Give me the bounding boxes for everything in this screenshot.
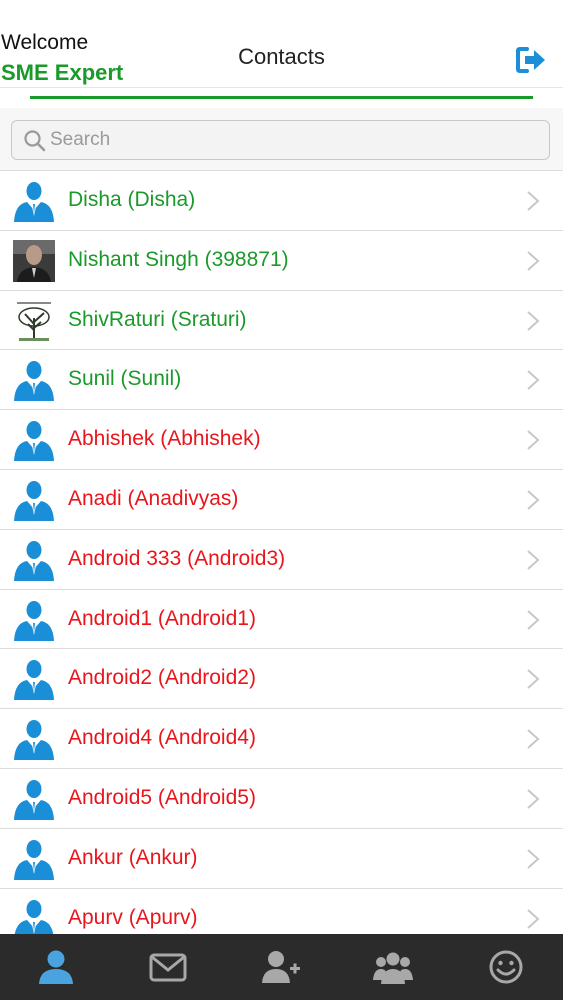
contact-row[interactable]: Ankur (Ankur) — [0, 827, 563, 888]
default-avatar-icon — [13, 479, 55, 521]
contact-name: Apurv (Apurv) — [68, 905, 198, 929]
tab-bar — [0, 934, 563, 1000]
search-input[interactable] — [50, 121, 530, 159]
chevron-right-icon — [526, 310, 540, 332]
contact-name: ShivRaturi (Sraturi) — [68, 307, 247, 331]
chevron-right-icon — [526, 429, 540, 451]
default-avatar-icon — [13, 419, 55, 462]
sign-out-icon — [516, 47, 545, 73]
default-avatar-icon — [13, 599, 55, 641]
default-avatar-icon — [13, 359, 55, 402]
tab-contacts[interactable] — [0, 934, 112, 1000]
contact-row[interactable]: Sunil (Sunil) — [0, 349, 563, 410]
contact-name: Ankur (Ankur) — [68, 845, 198, 869]
smiley-icon — [489, 950, 523, 984]
contact-list: Disha (Disha) Nishant Singh (398871) ShivR… — [0, 170, 563, 948]
accent-divider — [30, 96, 533, 99]
mail-icon — [149, 953, 187, 982]
avatar — [13, 239, 55, 282]
contact-name: Android2 (Android2) — [68, 666, 256, 690]
chevron-right-icon — [526, 609, 540, 631]
default-avatar-icon — [13, 718, 55, 761]
group-icon — [373, 952, 413, 984]
contacts-icon — [39, 950, 73, 984]
search-box — [11, 120, 550, 160]
chevron-right-icon — [526, 489, 540, 511]
chevron-right-icon — [526, 250, 540, 272]
header-divider — [0, 87, 563, 88]
contact-row[interactable]: Abhishek (Abhishek) — [0, 409, 563, 469]
tab-add-user[interactable] — [225, 934, 337, 1000]
chevron-right-icon — [526, 848, 540, 870]
default-avatar-icon — [13, 658, 55, 701]
contact-name: Abhishek (Abhishek) — [68, 427, 261, 451]
contact-name: Android 333 (Android3) — [68, 546, 286, 570]
contact-row[interactable]: Disha (Disha) — [0, 170, 563, 230]
tab-mail[interactable] — [112, 934, 224, 1000]
contact-name: Android4 (Android4) — [68, 726, 256, 750]
contact-row[interactable]: Android4 (Android4) — [0, 708, 563, 768]
chevron-right-icon — [526, 788, 540, 810]
chevron-right-icon — [526, 369, 540, 391]
chevron-right-icon — [526, 190, 540, 212]
contact-row[interactable]: Android1 (Android1) — [0, 588, 563, 649]
chevron-right-icon — [526, 908, 540, 930]
contact-row[interactable]: Nishant Singh (398871) — [0, 229, 563, 290]
page-title: Contacts — [238, 44, 325, 69]
contact-row[interactable]: Android5 (Android5) — [0, 767, 563, 828]
default-avatar-icon — [13, 838, 55, 880]
contact-name: Android5 (Android5) — [68, 785, 256, 809]
chevron-right-icon — [526, 728, 540, 750]
tab-group[interactable] — [337, 934, 449, 1000]
contact-name: Sunil (Sunil) — [68, 367, 182, 391]
add-user-icon — [262, 951, 300, 983]
chevron-right-icon — [526, 668, 540, 690]
default-avatar-icon — [13, 539, 55, 581]
logout-button[interactable] — [515, 46, 547, 74]
contact-row[interactable]: Android2 (Android2) — [0, 648, 563, 709]
header: Welcome SME Expert Contacts — [0, 0, 563, 88]
contact-name: Anadi (Anadivyas) — [68, 486, 239, 510]
contact-row[interactable]: Anadi (Anadivyas) — [0, 468, 563, 529]
default-avatar-icon — [13, 180, 55, 222]
contact-name: Disha (Disha) — [68, 188, 196, 211]
contact-name: Android1 (Android1) — [68, 606, 256, 630]
default-avatar-icon — [13, 778, 55, 820]
search-icon — [24, 130, 46, 152]
avatar — [13, 299, 55, 342]
contact-row[interactable]: Android 333 (Android3) — [0, 528, 563, 589]
chevron-right-icon — [526, 549, 540, 571]
contact-row[interactable]: ShivRaturi (Sraturi) — [0, 289, 563, 350]
contact-name: Nishant Singh (398871) — [68, 247, 289, 271]
tab-smiley[interactable] — [450, 934, 562, 1000]
search-bar — [0, 108, 563, 170]
